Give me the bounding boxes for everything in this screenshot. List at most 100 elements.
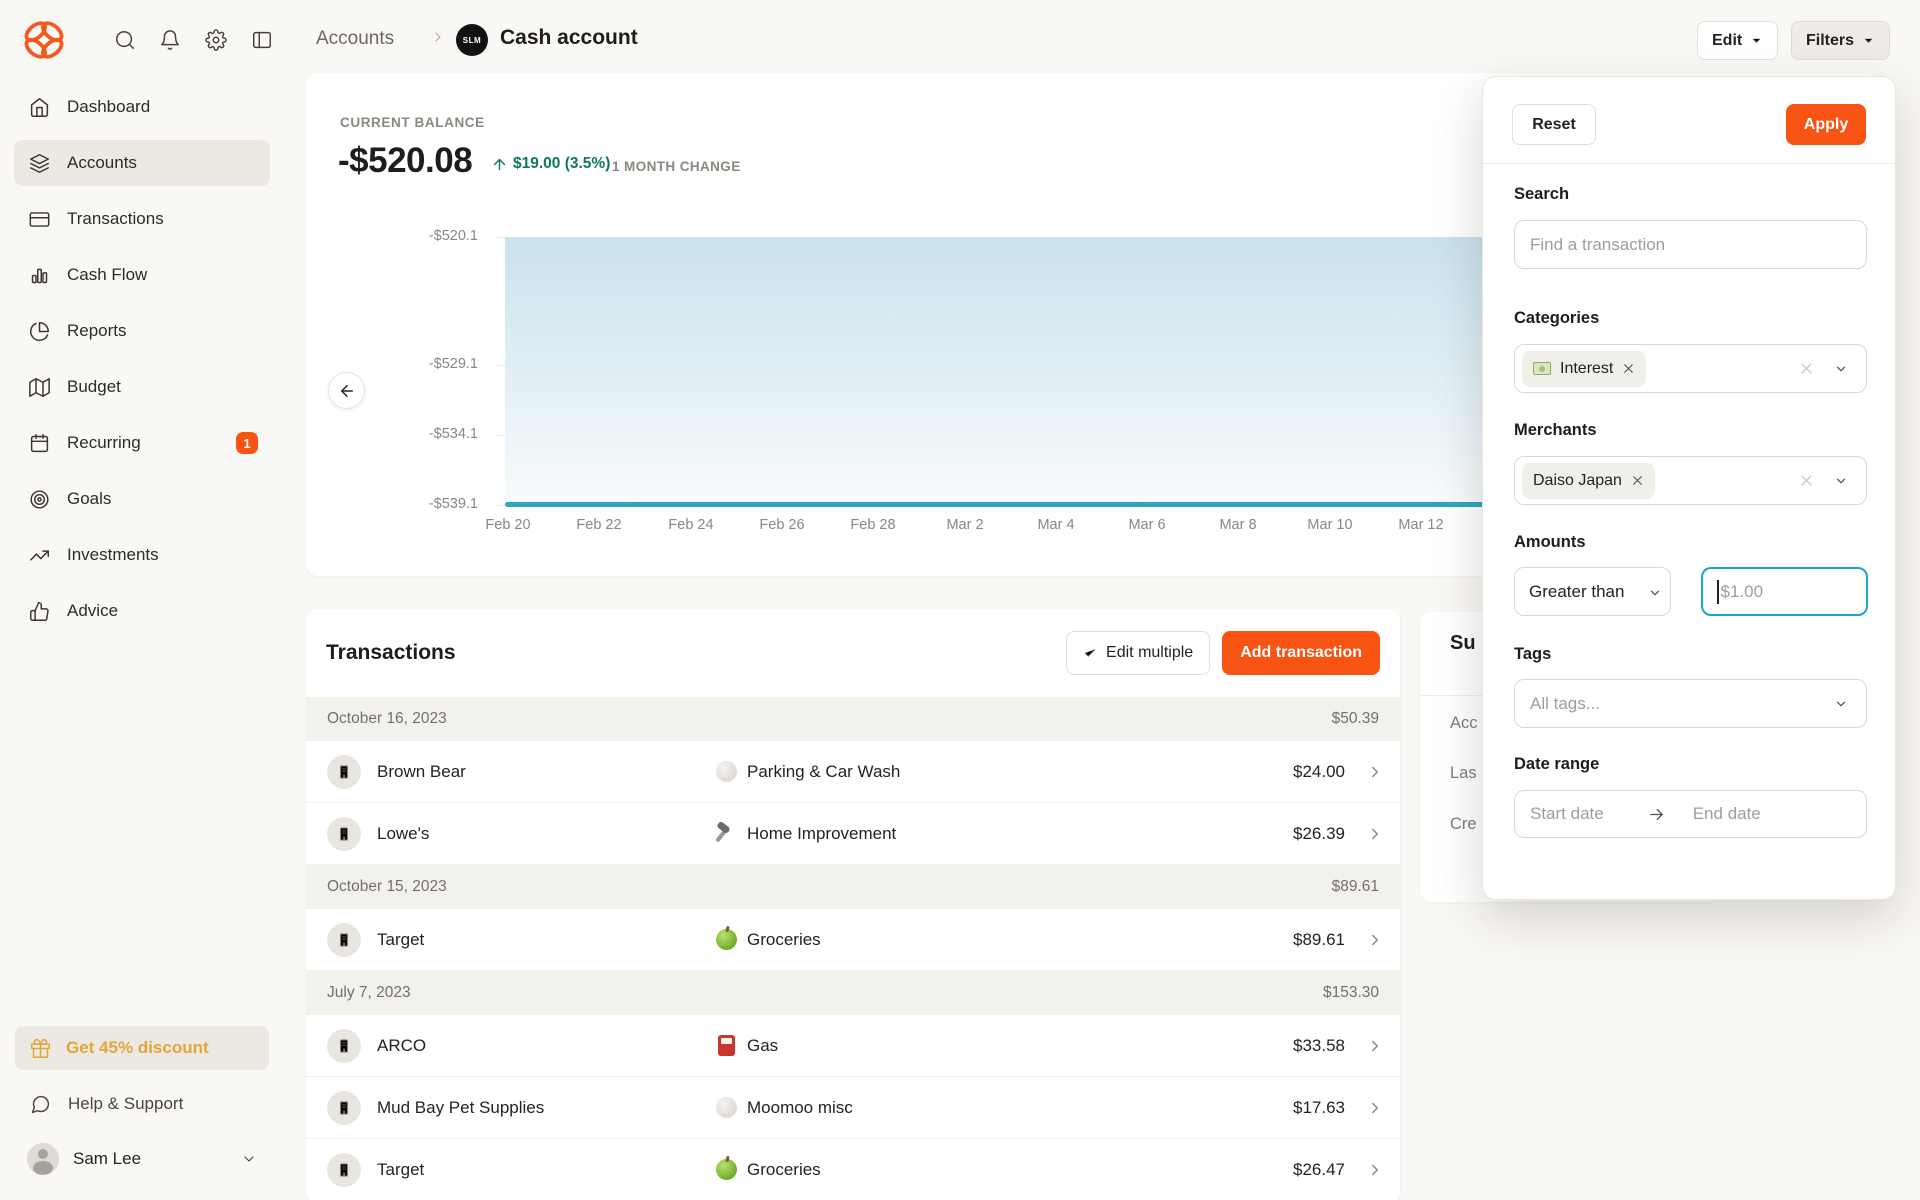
date-range-input[interactable]: Start date End date [1514, 790, 1867, 838]
arrow-right-icon [1648, 806, 1665, 823]
tags-label: Tags [1514, 645, 1552, 663]
transaction-row[interactable]: Mud Bay Pet Supplies Moomoo misc $17.63 [306, 1077, 1400, 1139]
app-logo-icon[interactable] [22, 18, 66, 62]
merchant-name: Brown Bear [377, 761, 466, 781]
sidebar-item-goals[interactable]: Goals [14, 476, 270, 522]
merchant-avatar [327, 1028, 361, 1063]
chevron-down-icon[interactable] [1834, 362, 1848, 376]
category-name: Moomoo misc [747, 1097, 853, 1117]
breadcrumb-chevron-icon [430, 29, 446, 45]
remove-chip-icon[interactable] [1622, 362, 1635, 375]
layers-icon [30, 153, 49, 173]
categories-select[interactable]: Interest [1514, 344, 1867, 393]
tags-select[interactable]: All tags... [1514, 679, 1867, 728]
page-title: Cash account [500, 26, 638, 49]
discount-promo-button[interactable]: Get 45% discount [15, 1026, 269, 1070]
merchant-avatar [327, 1152, 361, 1187]
x-axis-label: Mar 4 [1037, 517, 1075, 533]
sidebar-item-label: Accounts [67, 153, 137, 172]
notifications-bell-icon[interactable] [159, 29, 181, 51]
search-input[interactable] [1514, 220, 1867, 269]
merchant-name: Mud Bay Pet Supplies [377, 1097, 545, 1117]
transaction-group-header: July 7, 2023 $153.30 [306, 971, 1400, 1015]
transaction-row[interactable]: Lowe's Home Improvement $26.39 [306, 803, 1400, 865]
chevron-right-icon [1366, 1099, 1384, 1117]
sidebar-item-investments[interactable]: Investments [14, 532, 270, 578]
transaction-amount: $24.00 [1293, 761, 1345, 781]
transaction-row[interactable]: ARCO Gas $33.58 [306, 1015, 1400, 1077]
transaction-group-header: October 16, 2023 $50.39 [306, 697, 1400, 741]
category-name: Home Improvement [747, 823, 897, 843]
sidebar-item-budget[interactable]: Budget [14, 364, 270, 410]
merchant-name: ARCO [377, 1035, 427, 1055]
chevron-right-icon [1366, 1037, 1384, 1055]
help-support-button[interactable]: Help & Support [15, 1082, 269, 1126]
transaction-row[interactable]: Brown Bear Parking & Car Wash $24.00 [306, 741, 1400, 803]
x-axis-label: Feb 28 [850, 517, 896, 533]
reset-button[interactable]: Reset [1512, 104, 1596, 145]
y-axis-label: -$529.1 [428, 356, 478, 372]
sidebar-item-recurring[interactable]: Recurring 1 [14, 420, 270, 466]
chevron-down-icon[interactable] [1834, 474, 1848, 488]
transaction-row[interactable]: Target Groceries $89.61 [306, 909, 1400, 971]
clear-select-icon[interactable] [1799, 361, 1814, 376]
date-range-label: Date range [1514, 755, 1600, 773]
chevron-down-icon [1864, 38, 1873, 43]
sidebar-item-label: Dashboard [67, 97, 151, 116]
merchant-avatar [327, 816, 361, 851]
category-name: Gas [747, 1035, 779, 1055]
settings-gear-icon[interactable] [205, 29, 227, 51]
x-axis-label: Mar 10 [1307, 517, 1353, 533]
amount-operator-value: Greater than [1529, 581, 1625, 601]
chevron-down-icon [241, 1151, 257, 1167]
building-icon [340, 932, 348, 947]
summary-row-fragment: Cre [1450, 815, 1477, 833]
chevron-down-icon [1753, 38, 1761, 43]
transaction-row[interactable]: Target Groceries $26.47 [306, 1139, 1400, 1200]
search-label: Search [1514, 185, 1570, 203]
sidebar-item-dashboard[interactable]: Dashboard [14, 84, 270, 130]
sidebar-toggle-icon[interactable] [251, 29, 273, 51]
category-name: Groceries [747, 1159, 821, 1179]
sidebar-item-cash-flow[interactable]: Cash Flow [14, 252, 270, 298]
chevron-down-icon[interactable] [1834, 697, 1848, 711]
x-axis-label: Feb 24 [668, 517, 714, 533]
text-cursor [1717, 579, 1719, 604]
chevron-right-icon [1366, 1161, 1384, 1179]
sidebar-item-advice[interactable]: Advice [14, 588, 270, 634]
sidebar-item-accounts[interactable]: Accounts [14, 140, 270, 186]
category-icon [716, 1159, 737, 1180]
user-menu[interactable]: Sam Lee [15, 1136, 269, 1182]
filters-button[interactable]: Filters [1791, 21, 1891, 60]
edit-button[interactable]: Edit [1697, 21, 1779, 60]
search-icon[interactable] [114, 29, 136, 51]
chevron-down-icon [1648, 585, 1662, 599]
merchant-name: Target [377, 929, 425, 949]
app-root: Accounts SLM Cash account Edit Filters D… [0, 0, 1920, 1200]
group-total: $50.39 [1331, 710, 1379, 727]
bar-chart-icon [31, 268, 48, 283]
sidebar-item-transactions[interactable]: Transactions [14, 196, 270, 242]
amount-operator-select[interactable]: Greater than [1514, 567, 1671, 616]
sidebar-item-reports[interactable]: Reports [14, 308, 270, 354]
merchants-select[interactable]: Daiso Japan [1514, 456, 1867, 505]
group-date: October 16, 2023 [327, 710, 447, 727]
sidebar-item-label: Transactions [67, 209, 164, 228]
group-date: October 15, 2023 [327, 878, 447, 895]
edit-multiple-button[interactable]: Edit multiple [1066, 631, 1211, 675]
apply-button[interactable]: Apply [1786, 104, 1866, 145]
edit-button-label: Edit [1712, 31, 1743, 49]
check-icon [1084, 649, 1096, 657]
add-transaction-button[interactable]: Add transaction [1222, 631, 1380, 675]
building-icon [340, 826, 348, 841]
x-axis-label: Mar 12 [1398, 517, 1444, 533]
chart-previous-period-button[interactable] [328, 372, 365, 409]
calendar-icon [30, 433, 49, 452]
remove-chip-icon[interactable] [1631, 474, 1644, 487]
transaction-amount: $26.39 [1293, 823, 1345, 843]
breadcrumb-accounts-link[interactable]: Accounts [316, 28, 394, 50]
category-icon [716, 761, 737, 782]
clear-select-icon[interactable] [1799, 473, 1814, 488]
summary-row-fragment: Acc [1450, 714, 1478, 732]
amount-value-input[interactable]: $1.00 [1701, 567, 1868, 616]
